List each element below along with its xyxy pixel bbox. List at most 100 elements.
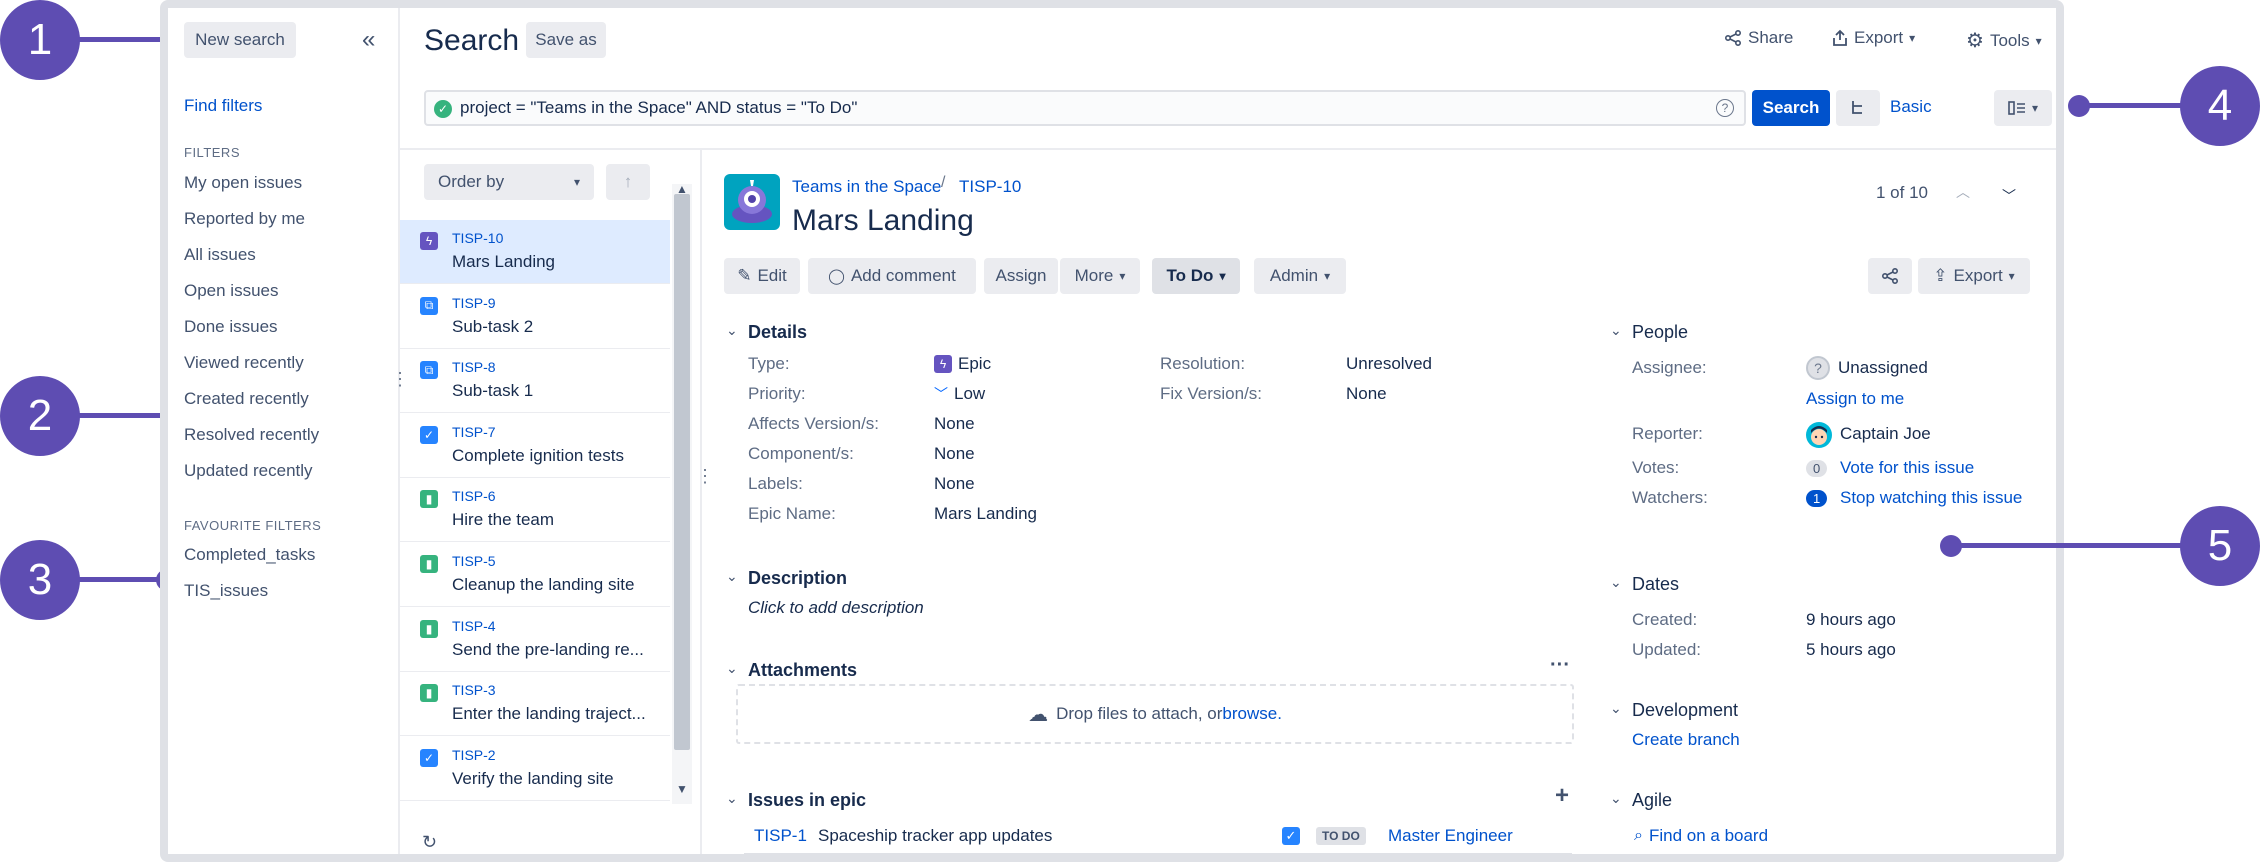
filter-updated-recently[interactable]: Updated recently <box>184 461 313 481</box>
dates-heading[interactable]: Dates <box>1632 574 1679 595</box>
development-toggle-icon[interactable]: ⌄ <box>1610 700 1622 717</box>
admin-button[interactable]: Admin ▾ <box>1254 258 1346 294</box>
share-issue-button[interactable] <box>1868 258 1912 294</box>
epic-issue-assignee[interactable]: Master Engineer <box>1388 826 1513 846</box>
project-breadcrumb[interactable]: Teams in the Space <box>792 177 941 197</box>
hierarchy-toggle-button[interactable] <box>1836 90 1880 126</box>
help-icon[interactable]: ? <box>1716 99 1734 117</box>
issues-in-epic-toggle-icon[interactable]: ⌄ <box>726 790 738 807</box>
export-menu-button[interactable]: Export ▾ <box>1832 28 1915 48</box>
filter-done-issues[interactable]: Done issues <box>184 317 278 337</box>
issue-list-item[interactable]: ⧉ TISP-9 Sub-task 2 <box>400 285 670 349</box>
more-button[interactable]: More ▾ <box>1060 258 1140 294</box>
refresh-icon[interactable]: ↻ <box>422 832 437 853</box>
favourite-completed-tasks[interactable]: Completed_tasks <box>184 545 315 565</box>
issue-list-item[interactable]: ▮ TISP-5 Cleanup the landing site <box>400 543 670 607</box>
previous-issue-icon[interactable]: ︿ <box>1956 182 1970 202</box>
attachments-toggle-icon[interactable]: ⌄ <box>726 660 738 677</box>
filter-created-recently[interactable]: Created recently <box>184 389 309 409</box>
dates-toggle-icon[interactable]: ⌄ <box>1610 574 1622 591</box>
share-button[interactable]: Share <box>1724 28 1793 48</box>
filter-all-issues[interactable]: All issues <box>184 245 256 265</box>
browse-link[interactable]: browse. <box>1222 704 1282 724</box>
order-by-dropdown[interactable]: Order by ▾ <box>424 164 594 200</box>
filter-my-open-issues[interactable]: My open issues <box>184 173 302 193</box>
detail-value[interactable]: Unresolved <box>1346 354 1432 374</box>
attachment-dropzone[interactable]: ☁ Drop files to attach, or browse. <box>736 684 1574 744</box>
description-placeholder[interactable]: Click to add description <box>748 598 924 618</box>
agile-toggle-icon[interactable]: ⌄ <box>1610 790 1622 807</box>
epic-issue-key[interactable]: TISP-1 <box>754 826 807 846</box>
detail-value[interactable]: None <box>934 474 975 494</box>
issue-list-item[interactable]: ✓ TISP-2 Verify the landing site <box>400 737 670 801</box>
issue-title[interactable]: Mars Landing <box>792 204 974 238</box>
issue-key-breadcrumb[interactable]: TISP-10 <box>959 177 1021 197</box>
issue-list-item[interactable]: ϟ TISP-10 Mars Landing <box>400 220 670 284</box>
vote-for-issue-link[interactable]: Vote for this issue <box>1840 458 1974 478</box>
page-title: Search <box>424 24 520 57</box>
detail-value[interactable]: None <box>1346 384 1387 404</box>
find-filters-link[interactable]: Find filters <box>184 96 262 116</box>
description-heading[interactable]: Description <box>748 568 847 589</box>
tools-menu-button[interactable]: ⚙ Tools ▾ <box>1966 28 2042 53</box>
filter-resolved-recently[interactable]: Resolved recently <box>184 425 319 445</box>
search-button[interactable]: Search <box>1752 90 1830 126</box>
sort-direction-button[interactable]: ↑ <box>606 164 650 200</box>
details-heading[interactable]: Details <box>748 322 807 343</box>
epic-issue-summary[interactable]: Spaceship tracker app updates <box>818 826 1052 846</box>
detail-value[interactable]: ﹀ Low <box>934 384 985 404</box>
attach-text: Drop files to attach, or <box>1056 704 1223 723</box>
find-on-board-link[interactable]: ⌕ Find on a board <box>1634 826 1768 846</box>
detail-value[interactable]: ϟ Epic <box>934 354 991 374</box>
next-issue-icon[interactable]: ﹀ <box>2002 186 2016 206</box>
detail-value[interactable]: None <box>934 414 975 434</box>
filter-viewed-recently[interactable]: Viewed recently <box>184 353 304 373</box>
assign-button[interactable]: Assign <box>984 258 1058 294</box>
create-branch-link[interactable]: Create branch <box>1632 730 1740 750</box>
scrollbar-thumb[interactable] <box>674 194 690 750</box>
epic-issue-row[interactable]: TISP-1 Spaceship tracker app updates ✓ T… <box>744 818 1572 854</box>
issues-in-epic-heading[interactable]: Issues in epic <box>748 790 866 811</box>
layout-switcher-button[interactable]: ▾ <box>1994 90 2052 126</box>
jql-query-input[interactable]: ✓ project = "Teams in the Space" AND sta… <box>424 90 1746 126</box>
detail-value[interactable]: Mars Landing <box>934 504 1037 524</box>
basic-search-link[interactable]: Basic <box>1890 97 1932 117</box>
add-issue-icon[interactable]: + <box>1555 782 1569 810</box>
export-issue-button[interactable]: ⇪ Export ▾ <box>1918 258 2030 294</box>
reporter-value[interactable]: Captain Joe <box>1840 424 1931 444</box>
assign-to-me-link[interactable]: Assign to me <box>1806 389 1904 409</box>
scroll-up-icon[interactable]: ▲ <box>676 182 688 196</box>
status-to-do-button[interactable]: To Do ▾ <box>1152 258 1240 294</box>
issue-list-item[interactable]: ▮ TISP-3 Enter the landing traject... <box>400 672 670 737</box>
issue-key: TISP-6 <box>452 488 496 505</box>
people-toggle-icon[interactable]: ⌄ <box>1610 322 1622 339</box>
agile-heading[interactable]: Agile <box>1632 790 1672 811</box>
list-scrollbar[interactable]: ▼ ▲ <box>672 182 692 804</box>
save-as-button[interactable]: Save as <box>526 22 606 58</box>
detail-label: Component/s: <box>748 444 854 463</box>
details-toggle-icon[interactable]: ⌄ <box>726 322 738 339</box>
detail-value[interactable]: None <box>934 444 975 464</box>
new-search-button[interactable]: New search <box>184 22 296 58</box>
description-toggle-icon[interactable]: ⌄ <box>726 568 738 585</box>
scroll-down-icon[interactable]: ▼ <box>676 782 688 796</box>
attachments-more-icon[interactable]: ··· <box>1550 654 1570 677</box>
issue-list-item[interactable]: ⧉ TISP-8 Sub-task 1 <box>400 349 670 414</box>
filter-open-issues[interactable]: Open issues <box>184 281 279 301</box>
chevron-down-icon: ▾ <box>1119 269 1126 283</box>
edit-button[interactable]: ✎ Edit <box>724 258 800 294</box>
favourite-tis-issues[interactable]: TIS_issues <box>184 581 268 601</box>
development-heading[interactable]: Development <box>1632 700 1738 721</box>
issue-summary: Complete ignition tests <box>452 445 624 465</box>
issue-list-item[interactable]: ▮ TISP-4 Send the pre-landing re... <box>400 608 670 672</box>
issue-list-item[interactable]: ▮ TISP-6 Hire the team <box>400 478 670 543</box>
issue-list-item[interactable]: ✓ TISP-7 Complete ignition tests <box>400 414 670 478</box>
add-comment-button[interactable]: ◯ Add comment <box>808 258 976 294</box>
stop-watching-link[interactable]: Stop watching this issue <box>1840 488 2022 508</box>
assignee-value[interactable]: Unassigned <box>1838 358 1928 378</box>
people-heading[interactable]: People <box>1632 322 1688 343</box>
filter-reported-by-me[interactable]: Reported by me <box>184 209 305 229</box>
panel-resize-handle-icon[interactable]: ⋮ <box>696 466 714 487</box>
collapse-sidebar-icon[interactable]: « <box>362 26 375 54</box>
attachments-heading[interactable]: Attachments <box>748 660 857 681</box>
